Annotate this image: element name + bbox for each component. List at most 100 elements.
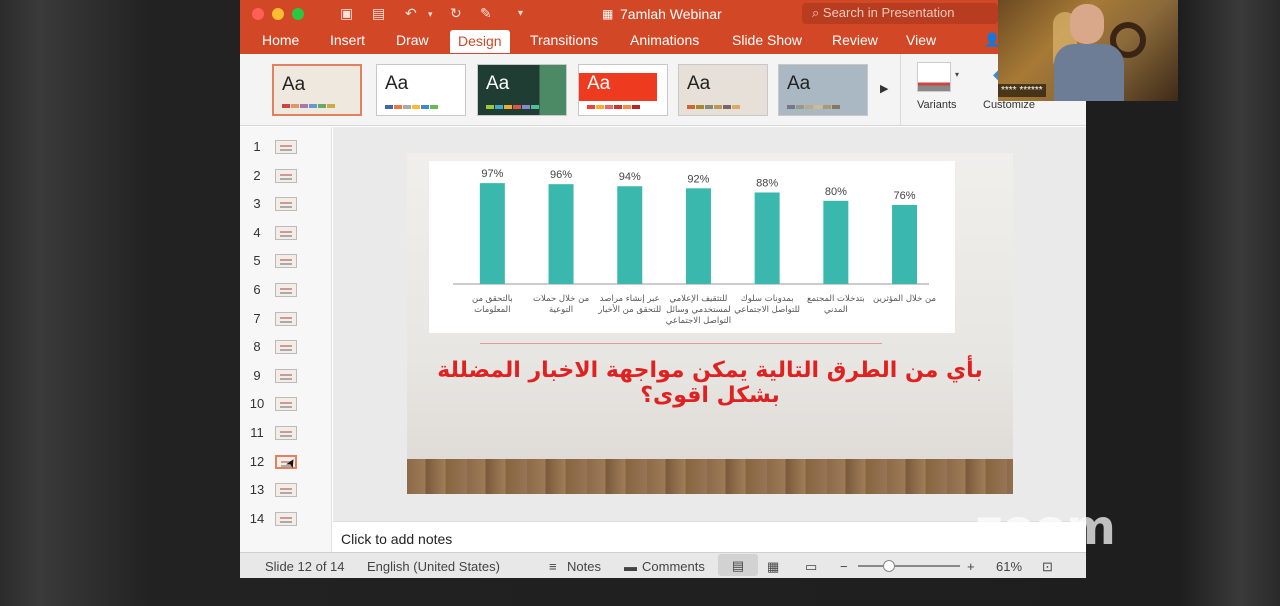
minimize-window-button[interactable] <box>272 8 284 20</box>
slide-thumbnail-image[interactable] <box>275 311 297 326</box>
slide-thumbnail[interactable]: 1 <box>240 136 332 158</box>
slide-question-text: بأي من الطرق التالية يمكن مواجهة الاخبار… <box>437 358 983 408</box>
maximize-window-button[interactable] <box>292 8 304 20</box>
presenter-webcam: **** ****** <box>998 0 1178 101</box>
search-placeholder: Search in Presentation <box>822 5 955 20</box>
slide-number: 10 <box>249 396 265 412</box>
slide-thumbnail[interactable]: 4 <box>240 222 332 244</box>
customize-toolbar-icon[interactable]: ▾ <box>518 8 523 19</box>
sidebar-toggle-icon[interactable]: ▣ <box>340 5 353 22</box>
slide-thumbnail-panel: 1 2 3 4 5 6 7 8 9 10 11 12 13 14 ➤ <box>240 127 332 552</box>
slide-thumbnail-image[interactable] <box>275 197 297 212</box>
zoom-share-screen: ▣ ▤ ↶ ▾ ↻ ✎ ▾ ▦ 7amlah Webinar ⌕ Search … <box>0 0 1280 606</box>
slide-thumbnail[interactable]: 11 <box>240 422 332 444</box>
undo-icon[interactable]: ↶ <box>405 5 417 22</box>
slide-thumbnail[interactable]: 13 <box>240 479 332 501</box>
presenter-shirt <box>1054 44 1124 101</box>
notes-pane[interactable]: Click to add notes <box>333 521 1086 552</box>
document-title: 7amlah Webinar <box>620 6 722 22</box>
powerpoint-window: ▣ ▤ ↶ ▾ ↻ ✎ ▾ ▦ 7amlah Webinar ⌕ Search … <box>240 0 1086 578</box>
theme-thumbnail[interactable]: Aa <box>678 64 768 116</box>
comments-icon[interactable]: ▬ <box>624 559 637 574</box>
slide-number: 2 <box>253 167 261 183</box>
tab-home[interactable]: Home <box>262 32 299 48</box>
slide-thumbnail-image[interactable] <box>275 426 297 440</box>
tab-design[interactable]: Design <box>450 30 510 53</box>
theme-thumbnail[interactable]: Aa <box>376 64 466 116</box>
slide-thumbnail-image[interactable] <box>275 511 297 526</box>
language-indicator[interactable]: English (United States) <box>367 559 500 574</box>
chart-category-label: من خلال حملات التوعية <box>533 294 589 315</box>
slide-thumbnail-image[interactable] <box>275 168 297 183</box>
slide-thumbnail[interactable]: 3 <box>240 193 332 215</box>
zoom-out-icon[interactable]: − <box>840 559 848 574</box>
zoom-slider[interactable] <box>858 565 960 567</box>
slide-thumbnail-image[interactable] <box>275 368 297 383</box>
variants-button[interactable] <box>917 62 951 92</box>
tab-slide-show[interactable]: Slide Show <box>732 32 802 48</box>
zoom-slider-thumb[interactable] <box>883 560 895 572</box>
zoom-level[interactable]: 61% <box>996 559 1022 574</box>
themes-next-arrow-icon[interactable]: ▶ <box>880 82 888 95</box>
slide-number: 14 <box>249 510 265 526</box>
slide-number: 9 <box>253 367 261 383</box>
theme-thumbnail[interactable]: Aa <box>272 64 362 116</box>
theme-thumbnail[interactable]: Aa <box>477 64 567 116</box>
comments-toggle[interactable]: Comments <box>642 559 705 574</box>
chart-area: 97% بالتحقق من المعلومات 96% من خلال حملات ال… <box>429 161 955 333</box>
chart-bar <box>548 184 574 284</box>
slide-sorter-icon[interactable]: ▦ <box>767 559 779 575</box>
slide-thumbnail-image[interactable] <box>275 254 297 269</box>
slide-thumbnail[interactable]: 10 <box>240 393 332 415</box>
close-window-button[interactable] <box>252 8 264 20</box>
slide-number: 5 <box>253 253 261 269</box>
tab-view[interactable]: View <box>906 32 936 48</box>
zoom-in-icon[interactable]: + <box>967 559 975 574</box>
slide-number: 11 <box>250 425 264 440</box>
chart-category-label: بالتحقق من المعلومات <box>472 294 513 315</box>
redo-icon[interactable]: ↻ <box>450 5 462 22</box>
tab-draw[interactable]: Draw <box>396 32 429 48</box>
search-input[interactable]: ⌕ Search in Presentation <box>802 3 998 24</box>
tab-transitions[interactable]: Transitions <box>530 32 598 48</box>
slide-thumbnail-image[interactable] <box>275 283 297 297</box>
slide-thumbnail-image[interactable] <box>275 140 297 154</box>
status-bar: Slide 12 of 14 English (United States) ≡… <box>240 552 1086 578</box>
slide-thumbnail[interactable]: 2 <box>240 165 332 187</box>
chart-bar <box>892 204 918 284</box>
edit-icon[interactable]: ✎ <box>480 5 492 22</box>
chart-value-label: 97% <box>481 168 503 180</box>
tab-review[interactable]: Review <box>832 32 878 48</box>
theme-thumbnail[interactable]: Aa <box>578 64 668 116</box>
slide-thumbnail[interactable]: 8 <box>240 336 332 358</box>
notes-toggle[interactable]: Notes <box>567 559 601 574</box>
slide-thumbnail-image[interactable] <box>275 483 297 498</box>
tab-animations[interactable]: Animations <box>630 32 699 48</box>
fit-to-window-icon[interactable]: ⊡ <box>1042 559 1053 575</box>
slide-thumbnail-image[interactable] <box>275 225 297 240</box>
variants-dropdown-icon[interactable]: ▾ <box>955 70 959 79</box>
theme-thumbnail[interactable]: Aa <box>778 64 868 116</box>
chart-bar <box>479 183 505 284</box>
slide-thumbnail[interactable]: 7 <box>240 308 332 330</box>
slide-thumbnail[interactable]: 14 <box>240 508 332 530</box>
notes-icon[interactable]: ≡ <box>549 559 557 574</box>
slide-thumbnail[interactable]: 6 <box>240 279 332 301</box>
presenter-view-icon[interactable]: ▭ <box>805 559 817 575</box>
slide-number: 8 <box>253 339 261 355</box>
save-icon[interactable]: ▤ <box>372 5 385 22</box>
slide-thumbnail-image[interactable] <box>275 340 297 355</box>
current-slide[interactable]: 97% بالتحقق من المعلومات 96% من خلال حملات ال… <box>407 153 1013 494</box>
slide-thumbnail-image[interactable] <box>275 397 297 412</box>
chart-value-label: 92% <box>687 173 709 185</box>
tab-insert[interactable]: Insert <box>330 32 365 48</box>
slide-number: 3 <box>253 196 261 212</box>
normal-view-icon[interactable]: ▤ <box>718 554 758 576</box>
undo-dropdown-icon[interactable]: ▾ <box>428 9 433 20</box>
slide-number: 12 <box>249 453 265 469</box>
variants-customize-group: ▾ Variants ◆ Customize <box>900 54 1035 126</box>
slide-number: 6 <box>253 282 261 297</box>
chart-category-label: بمدونات سلوك للتواصل الاجتماعي <box>734 294 800 315</box>
slide-thumbnail[interactable]: 9 <box>240 365 332 387</box>
slide-thumbnail[interactable]: 5 <box>240 250 332 272</box>
